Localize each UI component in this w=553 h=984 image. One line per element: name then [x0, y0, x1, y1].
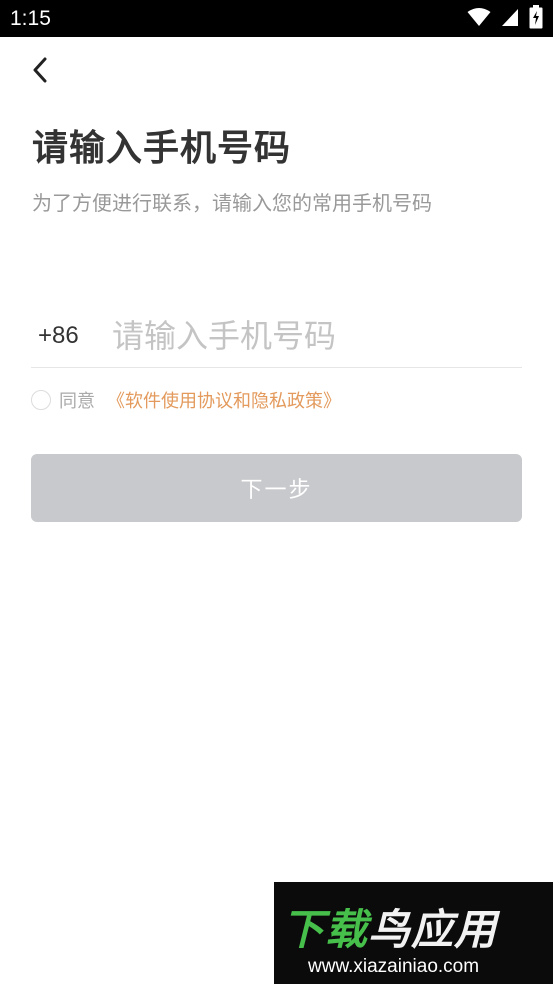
agreement-row: 同意 《软件使用协议和隐私政策》 [31, 388, 341, 412]
agreement-label: 同意 [59, 391, 95, 412]
watermark-brand: 下载鸟应用 [282, 896, 497, 957]
status-icons [467, 5, 543, 33]
login-phone-screen: 1:15 请输入手机号码 为了方便进行联系，请输入您的常用手机号码 +86 请输… [0, 0, 553, 984]
watermark-logo: 下载鸟应用 www.xiazainiao.com [274, 882, 553, 984]
signal-icon [501, 7, 519, 31]
status-time: 1:15 [10, 7, 51, 30]
watermark-url: www.xiazainiao.com [308, 956, 480, 977]
wifi-icon [467, 7, 491, 31]
battery-icon [529, 5, 543, 33]
status-bar: 1:15 [0, 0, 553, 37]
page-subtitle: 为了方便进行联系，请输入您的常用手机号码 [32, 191, 432, 215]
next-step-button[interactable]: 下一步 [31, 454, 522, 522]
agreement-checkbox[interactable] [31, 390, 51, 410]
agreement-link[interactable]: 《软件使用协议和隐私政策》 [107, 387, 341, 413]
back-button[interactable] [26, 56, 54, 88]
watermark-brand-suffix: 鸟应用 [368, 905, 498, 954]
country-code[interactable]: +86 [31, 322, 112, 350]
watermark-brand-prefix: 下载 [282, 905, 369, 954]
page-title: 请输入手机号码 [32, 128, 292, 169]
chevron-left-icon [32, 57, 48, 87]
phone-input-row: +86 [31, 305, 522, 368]
phone-number-input[interactable] [112, 311, 522, 361]
